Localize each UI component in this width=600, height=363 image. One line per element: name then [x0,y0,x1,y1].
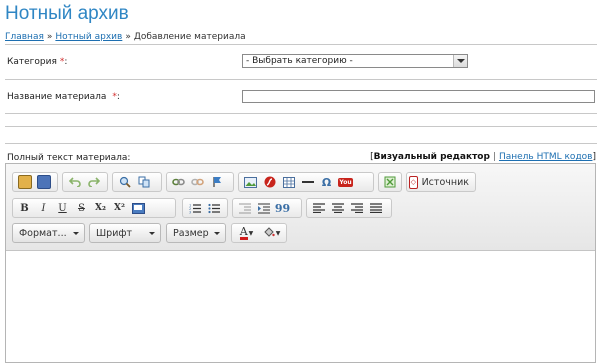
maximize-group [378,172,402,192]
remove-format-icon[interactable] [130,200,147,216]
source-button[interactable]: ◇ Источник [406,172,476,192]
bold-button[interactable]: B [16,200,33,216]
size-dropdown[interactable]: Размер [166,223,226,243]
breadcrumb-separator: » [125,32,131,42]
superscript-button[interactable]: X² [111,200,128,216]
label-colon [106,92,109,102]
image-icon[interactable] [242,174,259,190]
category-label-text: Категория [7,57,57,67]
paste-word-icon[interactable] [35,174,52,190]
unlink-icon[interactable] [189,174,206,190]
align-justify-icon[interactable] [367,200,384,216]
editor-content-area[interactable] [6,251,595,362]
outdent-icon[interactable] [236,200,253,216]
size-dropdown-label: Размер [173,227,209,239]
format-dropdown[interactable]: Формат... [12,223,85,243]
fulltext-label: Полный текст материала: [7,153,131,163]
label-colon: : [116,92,120,102]
breadcrumb-home-link[interactable]: Главная [5,32,44,42]
subscript-button[interactable]: X₂ [92,200,109,216]
chevron-down-icon [214,232,220,235]
divider [5,79,597,80]
category-label: Категория *: [7,57,67,67]
format-dropdown-label: Формат... [19,227,67,239]
divider [5,113,597,114]
font-dropdown-label: Шрифт [96,227,133,239]
undo-icon[interactable] [66,174,83,190]
bulleted-list-icon[interactable] [205,200,222,216]
visual-editor-mode: Визуальный редактор [373,152,490,162]
text-color-letter: A [239,224,248,240]
svg-text:3: 3 [189,210,191,214]
basic-styles-group: B I U S X₂ X² [12,198,176,218]
blockquote-button[interactable]: 99 [274,200,291,216]
divider [5,44,597,45]
clipboard-group [12,172,58,192]
material-name-input[interactable] [242,90,595,103]
horizontal-rule-icon[interactable] [299,174,316,190]
editor-mode-switch: [Визуальный редактор | Панель HTML кодов] [370,152,596,162]
find-group [112,172,162,192]
chevron-down-icon[interactable] [453,55,467,67]
label-colon: : [64,57,68,67]
chevron-down-icon: ▼ [275,229,281,237]
find-icon[interactable] [116,174,133,190]
paste-text-icon[interactable] [16,174,33,190]
breadcrumb: Главная» Нотный архив» Добавление материал… [5,32,246,42]
youtube-icon-text: You [338,177,353,187]
italic-button[interactable]: I [35,200,52,216]
link-group [166,172,234,192]
chevron-down-icon [149,232,155,235]
indent-group: 99 [232,198,302,218]
align-group [306,198,392,218]
chevron-down-icon [73,232,79,235]
table-icon[interactable] [280,174,297,190]
numbered-list-icon[interactable]: 123 [186,200,203,216]
html-panel-link[interactable]: Панель HTML кодов [499,152,593,162]
category-select[interactable]: - Выбрать категорию - [242,54,468,68]
chevron-down-icon: ▼ [248,229,254,237]
insert-group: Ω You [238,172,374,192]
color-group: A ▼ ▼ [231,223,287,243]
name-label-text: Название материала [7,92,107,102]
redo-icon[interactable] [85,174,102,190]
flash-icon[interactable] [261,174,278,190]
rich-text-editor: Ω You ◇ Источник B I U S X₂ X² 123 99 Фо… [5,163,596,363]
underline-button[interactable]: U [54,200,71,216]
paint-bucket-icon [263,226,275,241]
history-group [62,172,108,192]
text-color-button[interactable]: A ▼ [235,225,258,241]
divider [5,143,597,144]
breadcrumb-separator: » [46,32,53,42]
category-select-value: - Выбрать категорию - [246,56,353,66]
indent-icon[interactable] [255,200,272,216]
breadcrumb-archive-link[interactable]: Нотный архив [55,32,122,42]
anchor-icon[interactable] [208,174,225,190]
breadcrumb-current: Добавление материала [133,32,246,42]
youtube-icon[interactable]: You [337,174,354,190]
name-label: Название материала *: [7,92,120,102]
editor-toolbar: Ω You ◇ Источник B I U S X₂ X² 123 99 Фо… [6,164,595,251]
align-left-icon[interactable] [310,200,327,216]
maximize-icon[interactable] [382,174,398,190]
list-group: 123 [182,198,228,218]
source-label: Источник [421,176,469,188]
replace-icon[interactable] [135,174,152,190]
page-title: Нотный архив [5,3,129,24]
strikethrough-button[interactable]: S [73,200,90,216]
divider [5,126,597,127]
font-dropdown[interactable]: Шрифт [89,223,161,243]
align-right-icon[interactable] [348,200,365,216]
mode-bracket: ] [592,152,596,162]
link-icon[interactable] [170,174,187,190]
source-code-icon: ◇ [409,175,418,189]
align-center-icon[interactable] [329,200,346,216]
special-char-icon[interactable]: Ω [318,174,335,190]
mode-separator: | [492,152,496,162]
background-color-button[interactable]: ▼ [260,225,283,241]
